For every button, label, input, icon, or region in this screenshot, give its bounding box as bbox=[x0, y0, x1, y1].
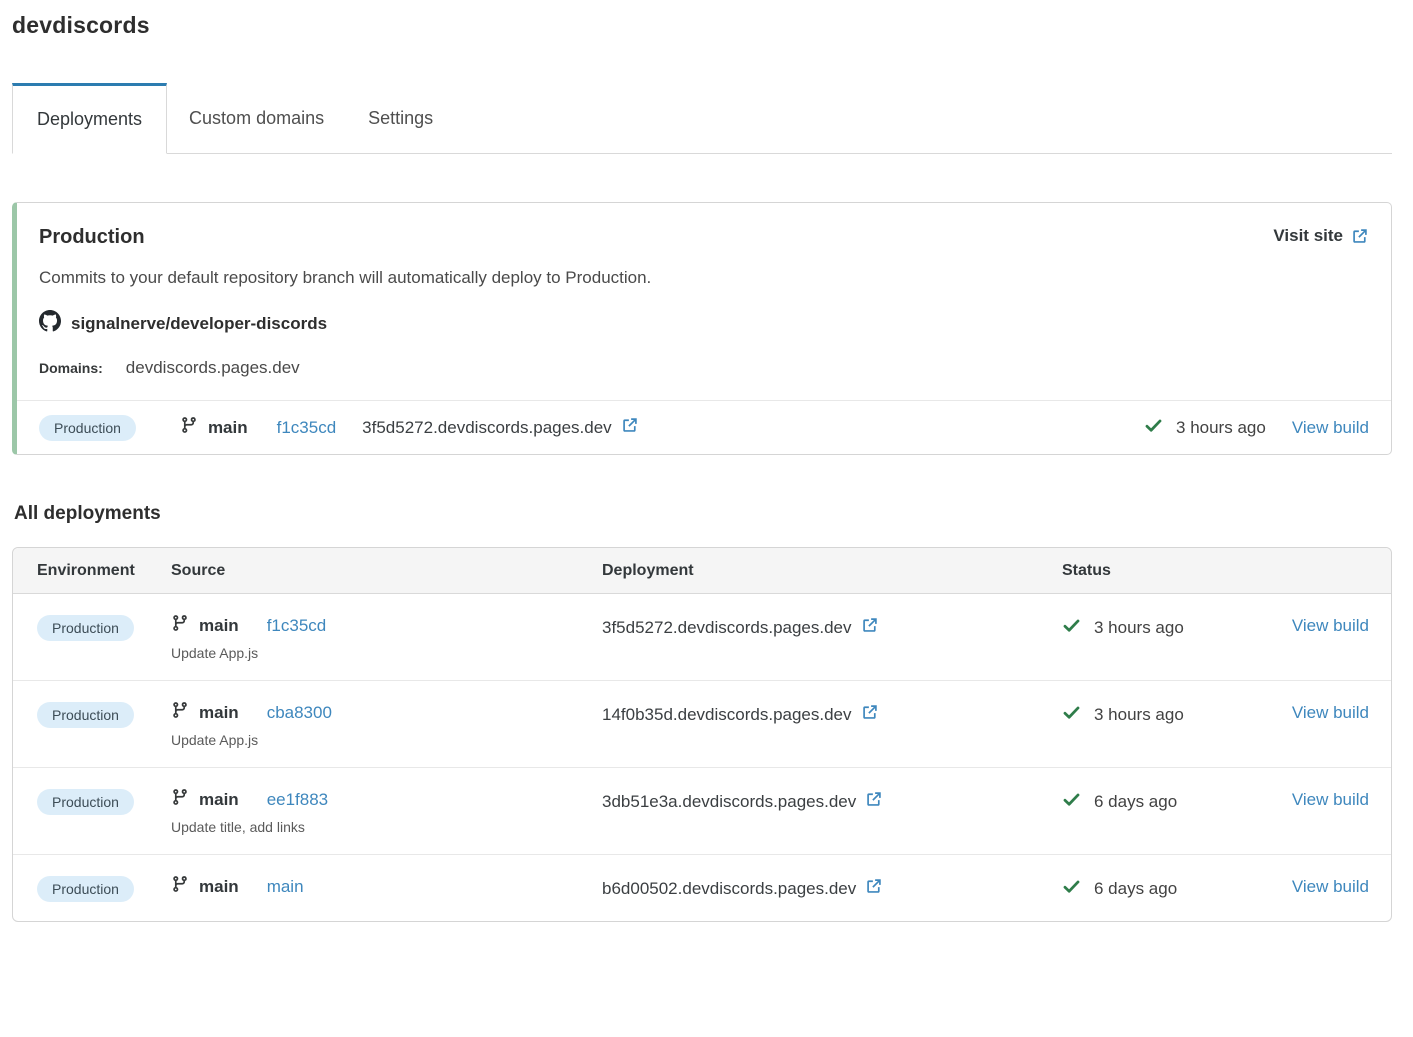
view-build-link[interactable]: View build bbox=[1292, 703, 1369, 722]
git-branch-icon bbox=[171, 701, 189, 724]
success-check-icon bbox=[1062, 790, 1081, 814]
external-link-icon[interactable] bbox=[865, 877, 883, 900]
commit-message: Update App.js bbox=[171, 645, 602, 661]
view-build-link[interactable]: View build bbox=[1292, 877, 1369, 896]
domains-value: devdiscords.pages.dev bbox=[126, 358, 300, 378]
git-branch-icon bbox=[180, 416, 198, 439]
view-build-link[interactable]: View build bbox=[1292, 616, 1369, 635]
environment-badge: Production bbox=[37, 615, 134, 641]
commit-link[interactable]: main bbox=[267, 877, 304, 897]
domains-label: Domains: bbox=[39, 360, 103, 376]
tab-bar: Deployments Custom domains Settings bbox=[12, 83, 1392, 154]
production-description: Commits to your default repository branc… bbox=[39, 268, 1369, 288]
table-header: Environment Source Deployment Status bbox=[13, 548, 1391, 594]
branch-name: main bbox=[199, 616, 239, 636]
environment-badge: Production bbox=[37, 876, 134, 902]
table-row: Production main main b6d00502.devdiscord… bbox=[13, 855, 1391, 921]
deployment-url: b6d00502.devdiscords.pages.dev bbox=[602, 879, 856, 899]
tab-deployments[interactable]: Deployments bbox=[12, 83, 167, 154]
git-branch-icon bbox=[171, 875, 189, 898]
visit-site-label: Visit site bbox=[1273, 226, 1343, 246]
column-source: Source bbox=[171, 562, 602, 580]
table-row: Production main f1c35cd Update App.js 3f… bbox=[13, 594, 1391, 681]
branch-name: main bbox=[199, 703, 239, 723]
column-environment: Environment bbox=[37, 562, 171, 580]
column-status: Status bbox=[1062, 562, 1268, 580]
view-build-link[interactable]: View build bbox=[1292, 418, 1369, 438]
git-branch-icon bbox=[171, 614, 189, 637]
page-title: devdiscords bbox=[12, 12, 1392, 39]
branch-name: main bbox=[208, 418, 248, 438]
external-link-icon[interactable] bbox=[865, 790, 883, 813]
tab-custom-domains-label: Custom domains bbox=[189, 108, 324, 129]
pages-project-page: devdiscords Deployments Custom domains S… bbox=[0, 0, 1413, 946]
commit-message: Update App.js bbox=[171, 732, 602, 748]
column-deployment: Deployment bbox=[602, 562, 1062, 580]
deployment-url: 3db51e3a.devdiscords.pages.dev bbox=[602, 792, 856, 812]
environment-badge: Production bbox=[37, 789, 134, 815]
git-branch-icon bbox=[171, 788, 189, 811]
status-time: 3 hours ago bbox=[1094, 705, 1184, 725]
external-link-icon[interactable] bbox=[861, 616, 879, 639]
status-time: 3 hours ago bbox=[1176, 418, 1266, 438]
deployment-url: 3f5d5272.devdiscords.pages.dev bbox=[602, 618, 852, 638]
tab-custom-domains[interactable]: Custom domains bbox=[167, 83, 346, 153]
environment-badge: Production bbox=[39, 415, 136, 441]
visit-site-link[interactable]: Visit site bbox=[1273, 226, 1369, 246]
all-deployments-title: All deployments bbox=[14, 503, 1392, 525]
status-time: 6 days ago bbox=[1094, 879, 1177, 899]
commit-link[interactable]: f1c35cd bbox=[277, 418, 337, 438]
success-check-icon bbox=[1062, 877, 1081, 901]
tab-settings-label: Settings bbox=[368, 108, 433, 129]
repository-name: signalnerve/developer-discords bbox=[71, 314, 327, 334]
success-check-icon bbox=[1062, 616, 1081, 640]
status-time: 3 hours ago bbox=[1094, 618, 1184, 638]
github-icon bbox=[39, 310, 61, 337]
deployment-url: 14f0b35d.devdiscords.pages.dev bbox=[602, 705, 852, 725]
production-deployment-row: Production main f1c35cd 3f5d5272.devdisc… bbox=[17, 400, 1391, 454]
branch-name: main bbox=[199, 877, 239, 897]
table-row: Production main cba8300 Update App.js 14… bbox=[13, 681, 1391, 768]
environment-badge: Production bbox=[37, 702, 134, 728]
commit-link[interactable]: f1c35cd bbox=[267, 616, 327, 636]
production-card-title: Production bbox=[39, 226, 145, 249]
external-link-icon[interactable] bbox=[861, 703, 879, 726]
success-check-icon bbox=[1144, 416, 1163, 440]
production-card: Production Visit site Commits to your de… bbox=[12, 202, 1392, 455]
status-time: 6 days ago bbox=[1094, 792, 1177, 812]
tab-deployments-label: Deployments bbox=[37, 109, 142, 130]
deployments-table: Environment Source Deployment Status Pro… bbox=[12, 547, 1392, 922]
tab-settings[interactable]: Settings bbox=[346, 83, 455, 153]
view-build-link[interactable]: View build bbox=[1292, 790, 1369, 809]
success-check-icon bbox=[1062, 703, 1081, 727]
external-link-icon bbox=[1351, 227, 1369, 245]
table-row: Production main ee1f883 Update title, ad… bbox=[13, 768, 1391, 855]
commit-message: Update title, add links bbox=[171, 819, 602, 835]
deployment-url: 3f5d5272.devdiscords.pages.dev bbox=[362, 418, 612, 438]
deployments-table-body: Production main f1c35cd Update App.js 3f… bbox=[13, 594, 1391, 921]
commit-link[interactable]: ee1f883 bbox=[267, 790, 328, 810]
external-link-icon[interactable] bbox=[621, 416, 639, 439]
branch-name: main bbox=[199, 790, 239, 810]
commit-link[interactable]: cba8300 bbox=[267, 703, 332, 723]
